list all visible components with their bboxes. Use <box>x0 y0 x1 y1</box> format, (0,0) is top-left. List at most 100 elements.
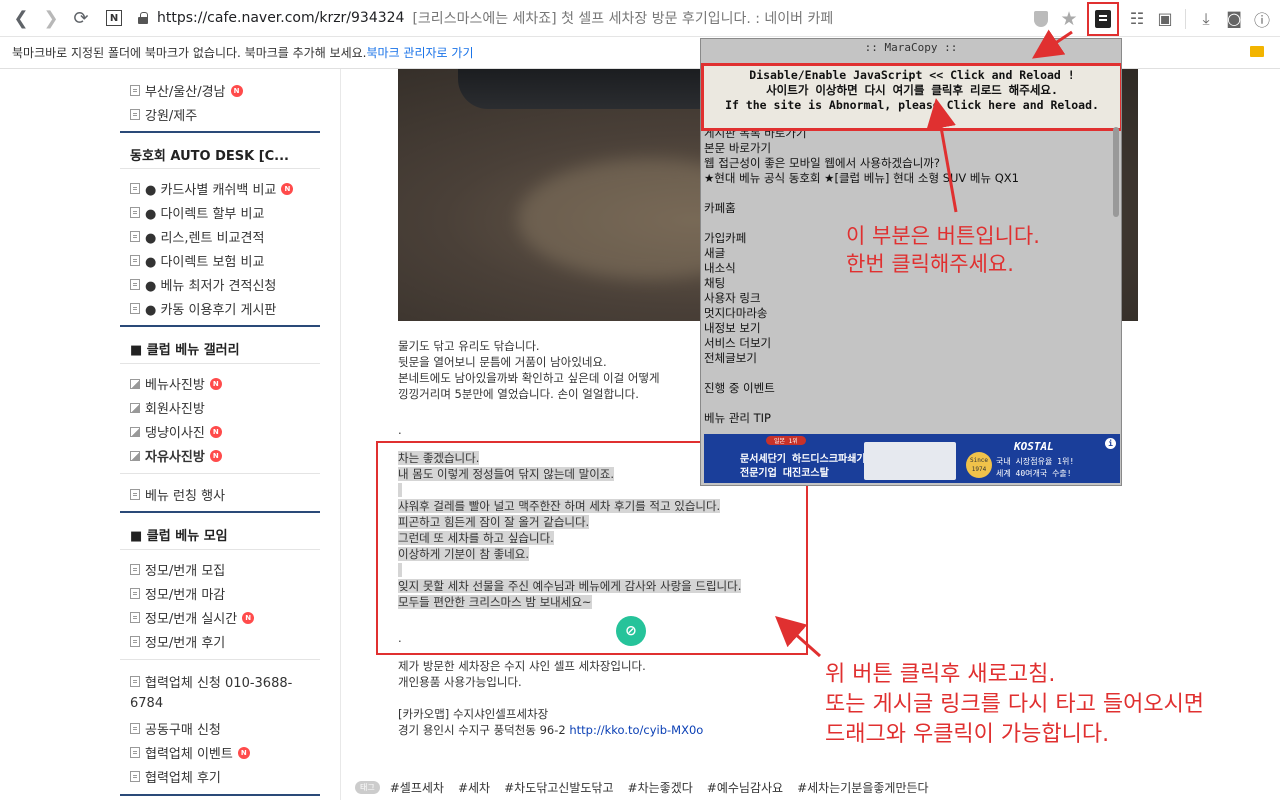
tag[interactable]: #차는좋겠다 <box>628 779 693 796</box>
tag[interactable]: #세차는기분을좋게만든다 <box>797 779 929 796</box>
doc-icon <box>130 489 140 500</box>
article-dot: . <box>398 423 402 437</box>
search-icon[interactable]: ⊘ <box>616 616 646 646</box>
popup-scrollbar[interactable] <box>1113 127 1119 217</box>
sidebar-item[interactable]: 정모/번개 마감 <box>130 584 225 603</box>
sidebar-item[interactable]: 공동구매 신청 <box>130 719 221 738</box>
new-badge: N <box>209 425 222 438</box>
sidebar-item[interactable]: 협력업체 신청 010-3688- <box>130 672 292 691</box>
doc-icon <box>130 109 140 120</box>
image-icon <box>130 426 140 437</box>
image-icon <box>130 402 140 413</box>
group-title[interactable]: ■ 클럽 베뉴 갤러리 <box>130 339 240 358</box>
sidebar-item[interactable]: ● 리스,렌트 비교견적 <box>130 227 264 246</box>
popup-list-item[interactable]: 채팅 <box>704 276 1019 291</box>
naver-icon[interactable]: N <box>106 10 122 26</box>
annotation-note-2: 위 버튼 클릭후 새로고침. 또는 게시글 링크를 다시 타고 들어오시면 드래… <box>825 662 1205 747</box>
popup-list-item[interactable]: ★현대 베뉴 공식 동호회 ★[클럽 베뉴] 현대 소형 SUV 베뉴 QX1 <box>704 171 1019 186</box>
sidebar-item[interactable]: 강원/제주 <box>130 105 197 124</box>
article-paragraph: 물기도 닦고 유리도 닦습니다. 뒷문을 열어보니 문틈에 거품이 남아있네요.… <box>398 339 660 401</box>
address-bar[interactable]: https://cafe.naver.com/krzr/934324 [크리스마… <box>138 6 833 30</box>
folder-icon[interactable] <box>1250 46 1264 57</box>
sidebar-item[interactable]: 베뉴 런칭 행사 <box>130 485 225 504</box>
camera-icon[interactable]: ◙ <box>1220 5 1248 33</box>
sidebar-item[interactable]: ● 카동 이용후기 게시판 <box>130 299 276 318</box>
tag-label: 태그 <box>355 781 380 794</box>
toolbar-separator <box>1185 8 1186 29</box>
ad-info-icon[interactable]: i <box>1105 438 1116 449</box>
cafe-sidebar: 부산/울산/경남 N 강원/제주 동호회 AUTO DESK [C... ● 카드… <box>120 69 320 800</box>
sidebar-item[interactable]: 정모/번개 모집 <box>130 560 225 579</box>
info-icon[interactable]: ⓘ <box>1248 5 1276 33</box>
popup-list-item[interactable]: 내정보 보기 <box>704 321 1019 336</box>
new-badge: N <box>209 449 222 462</box>
forward-icon[interactable]: ❯ <box>36 3 66 33</box>
reader-icon[interactable]: ☷ <box>1123 5 1151 33</box>
popup-list-item <box>704 396 1019 411</box>
popup-title: :: MaraCopy :: <box>864 41 958 54</box>
popup-list-item[interactable]: 본문 바로가기 <box>704 141 1019 156</box>
tag[interactable]: #세차 <box>458 779 490 796</box>
popup-list-item[interactable]: 카페홈 <box>704 201 1019 216</box>
group-title[interactable]: ■ 클럽 베뉴 모임 <box>130 525 228 544</box>
sidebar-item[interactable]: ● 다이렉트 할부 비교 <box>130 203 264 222</box>
doc-icon <box>130 747 140 758</box>
bookmark-message: 북마크바로 지정된 폴더에 북마크가 없습니다. 북마크를 추가해 보세요. <box>12 46 367 60</box>
doc-icon <box>130 564 140 575</box>
content-divider <box>340 69 341 800</box>
popup-ad-banner[interactable]: 일본 1위 문서세단기 하드디스크파쇄기 전문기업 대진코스탈 Since 19… <box>704 434 1120 483</box>
tag-row: 태그 #셀프세차 #세차 #차도닦고신발도닦고 #차는좋겠다 #예수님감사요 #… <box>355 779 943 796</box>
popup-list-item[interactable]: 웹 접근성이 좋은 모바일 웹에서 사용하겠습니까? <box>704 156 1019 171</box>
doc-icon <box>130 612 140 623</box>
reload-icon[interactable]: ⟳ <box>66 3 96 33</box>
toggle-javascript-button[interactable]: Disable/Enable JavaScript << Click and R… <box>701 63 1121 131</box>
bookmark-manager-link[interactable]: 북마크 관리자로 가기 <box>367 44 474 61</box>
group-divider <box>120 794 320 796</box>
group-divider <box>120 511 320 513</box>
sidebar-item-continued[interactable]: 6784 <box>130 696 163 711</box>
popup-list-item[interactable]: 멋지다마라송 <box>704 306 1019 321</box>
sidebar-item[interactable]: 정모/번개 후기 <box>130 632 225 651</box>
tag[interactable]: #예수님감사요 <box>707 779 783 796</box>
divider <box>120 659 320 660</box>
url-text: https://cafe.naver.com/krzr/934324 <box>157 10 405 26</box>
doc-icon <box>130 231 140 242</box>
sidebar-item[interactable]: ● 다이렉트 보험 비교 <box>130 251 264 270</box>
map-link[interactable]: http://kko.to/cyib-MX0o <box>569 723 703 737</box>
maracopy-icon[interactable] <box>1087 1 1119 36</box>
tag[interactable]: #셀프세차 <box>390 779 444 796</box>
sidebar-item[interactable]: 협력업체 후기 <box>130 767 221 786</box>
sidebar-item[interactable]: 회원사진방 <box>130 398 205 417</box>
doc-icon <box>130 255 140 266</box>
doc-icon <box>130 279 140 290</box>
shredder-image <box>864 442 956 480</box>
popup-list-item[interactable]: 서비스 더보기 <box>704 336 1019 351</box>
divider <box>120 168 320 169</box>
sidebar-icon[interactable]: ▣ <box>1151 5 1179 33</box>
sidebar-item[interactable]: ● 베뉴 최저가 견적신청 <box>130 275 276 294</box>
shield-icon[interactable] <box>1027 5 1055 33</box>
doc-icon <box>130 183 140 194</box>
tag[interactable]: #차도닦고신발도닦고 <box>504 779 613 796</box>
popup-list-item[interactable]: 진행 중 이벤트 <box>704 381 1019 396</box>
star-icon[interactable]: ★ <box>1055 5 1083 33</box>
sidebar-item[interactable]: 정모/번개 실시간 N <box>130 608 255 627</box>
popup-list-item[interactable]: 전체글보기 <box>704 351 1019 366</box>
page-title: [크리스마스에는 세차죠] 첫 셀프 세차장 방문 후기입니다. : 네이버 카… <box>412 11 834 27</box>
popup-list-item[interactable]: 베뉴 관리 TIP <box>704 411 1019 426</box>
sidebar-item[interactable]: 협력업체 이벤트 N <box>130 743 250 762</box>
new-badge: N <box>281 182 294 195</box>
doc-icon <box>130 771 140 782</box>
lock-icon <box>138 12 148 24</box>
sidebar-item[interactable]: 베뉴사진방 N <box>130 374 222 393</box>
divider <box>120 473 320 474</box>
sidebar-item[interactable]: 부산/울산/경남 N <box>130 81 243 100</box>
group-title[interactable]: 동호회 AUTO DESK [C... <box>130 145 289 164</box>
sidebar-item[interactable]: 자유사진방 N <box>130 446 222 465</box>
back-icon[interactable]: ❮ <box>6 3 36 33</box>
download-icon[interactable]: ⤓ <box>1192 5 1220 33</box>
toolbar-actions: ★ ☷ ▣ ⤓ ◙ ⓘ <box>1027 0 1280 37</box>
popup-list-item[interactable]: 사용자 링크 <box>704 291 1019 306</box>
sidebar-item[interactable]: 댕냥이사진 N <box>130 422 222 441</box>
sidebar-item[interactable]: ● 카드사별 캐쉬백 비교 N <box>130 179 294 198</box>
